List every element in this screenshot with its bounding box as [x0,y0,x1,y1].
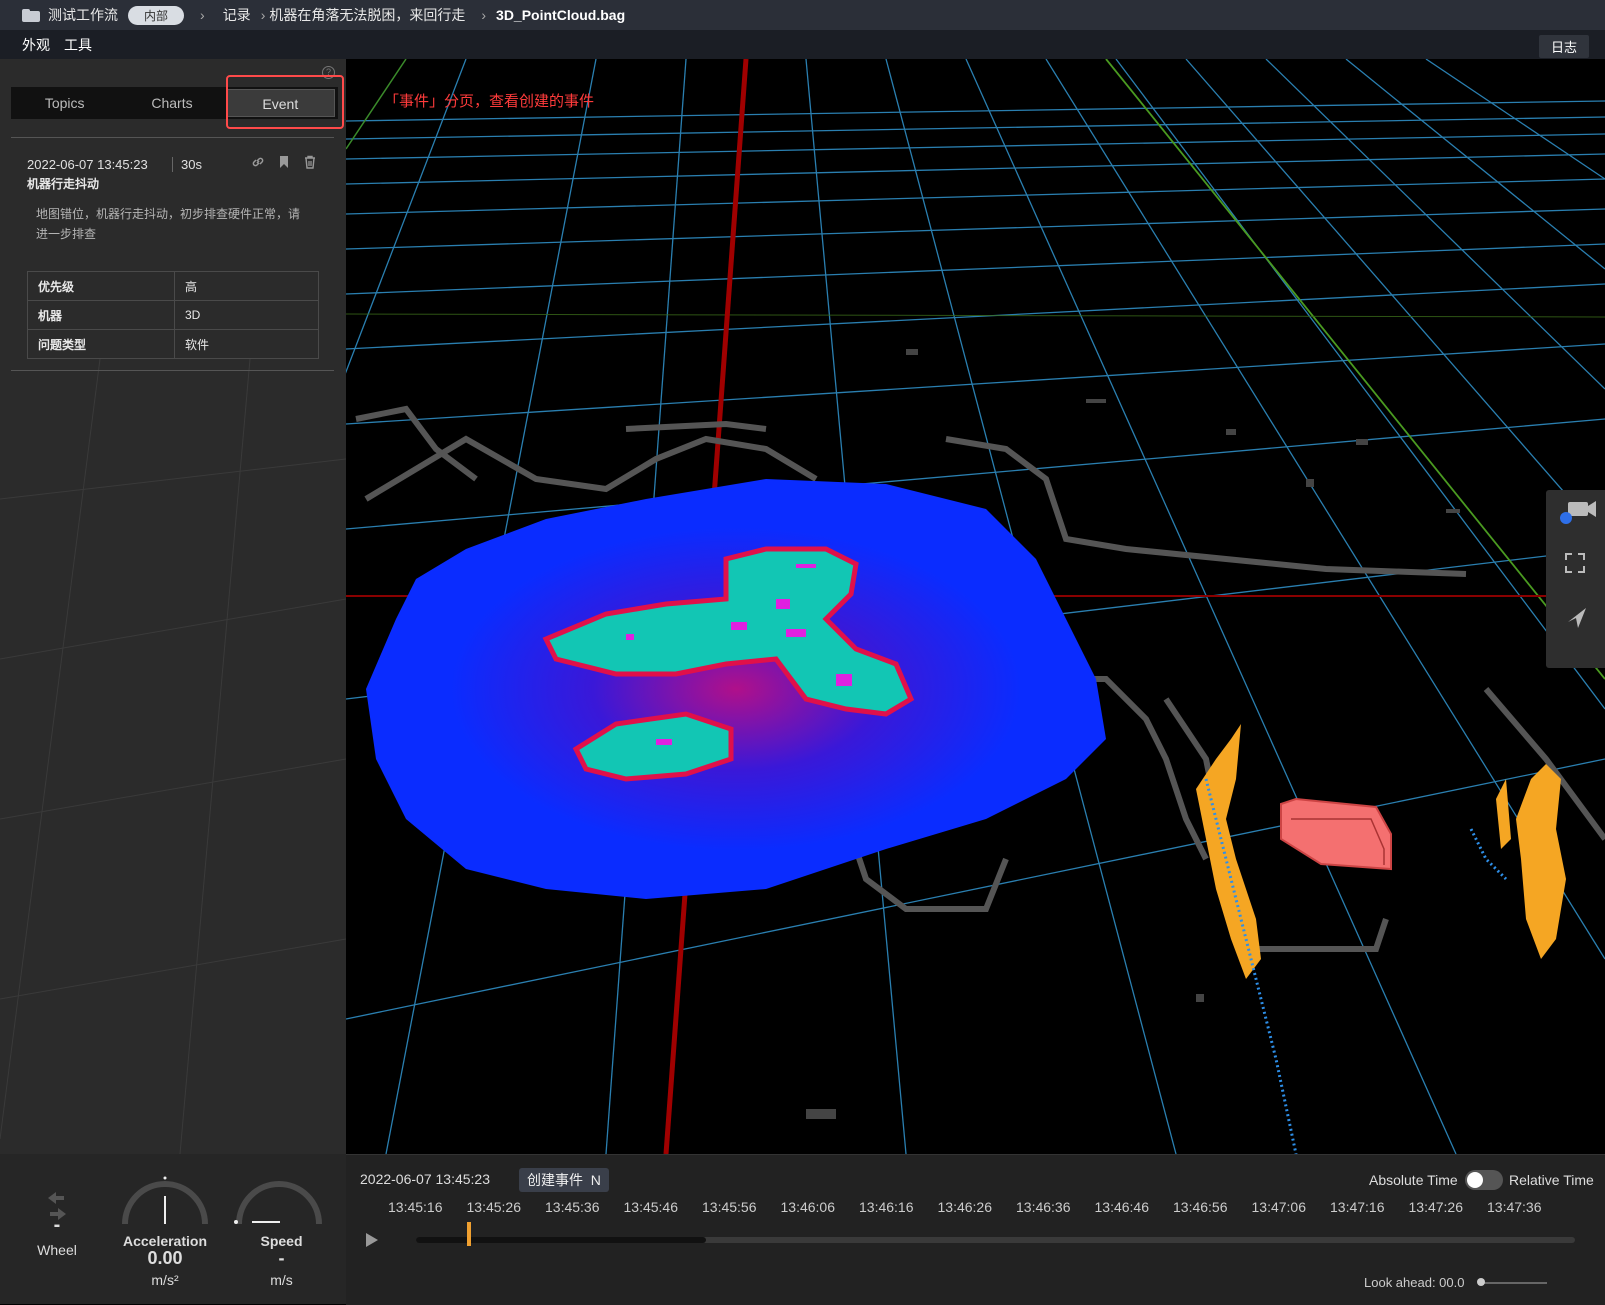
event-properties-table: 优先级高 机器 3D 问题类型 软件 [27,271,319,359]
scene-render [346,59,1605,1154]
timeline-tick-label: 13:46:26 [937,1199,993,1215]
menu-bar: 外观 工具 日志 [0,30,1605,59]
event-actions [251,155,317,169]
3d-viewport[interactable]: 「事件」分页，查看创建的事件 [346,59,1605,1154]
tab-charts[interactable]: Charts [118,87,225,119]
table-row: 问题类型 软件 [27,329,319,359]
y-axis-line [1105,59,1605,680]
divider [11,370,334,371]
timeline-tick-label: 13:46:46 [1094,1199,1150,1215]
speed-gauge [236,1181,322,1225]
timeline-tick-label: 13:45:26 [466,1199,522,1215]
view-toolbar [1546,490,1605,668]
obstacle-polygon [1280,797,1392,871]
costmap-region [366,479,1106,899]
tab-highlight-frame [226,75,344,129]
vehicle-dashboard: - Wheel Acceleration 0.00 m/s² Speed - m… [0,1154,346,1304]
time-mode-toggle[interactable] [1465,1170,1503,1190]
chevron-right-icon: › [260,7,266,23]
timeline-tick-label: 13:46:06 [780,1199,836,1215]
menu-appearance[interactable]: 外观 [22,35,50,55]
look-ahead-label: Look ahead: 00.0 [1364,1275,1465,1290]
event-duration: 30s [172,157,202,172]
play-icon[interactable] [366,1233,378,1247]
chevron-right-icon: › [200,7,205,23]
timeline-tick-label: 13:47:06 [1251,1199,1307,1215]
wheel-value: - [53,1214,61,1236]
breadcrumb-section[interactable]: 记录 [223,5,251,25]
speed-unit: m/s [270,1272,293,1288]
timeline-tick-label: 13:45:16 [388,1199,443,1215]
property-key: 机器 [27,300,175,330]
table-row: 优先级高 [27,271,319,301]
timeline-tick-label: 13:46:36 [1016,1199,1071,1215]
timeline-tick-label: 13:45:46 [623,1199,679,1215]
event-time: 2022-06-07 13:45:23 [27,157,148,172]
shortcut-key: N [590,1172,601,1188]
timeline-tick-label: 13:46:56 [1173,1199,1228,1215]
event-description: 地图错位，机器行走抖动，初步排查硬件正常，请进一步排查 [36,207,301,241]
breadcrumb-workspace[interactable]: 测试工作流 [48,5,118,25]
camera-icon[interactable] [1560,501,1596,524]
breadcrumb-record[interactable]: 机器在角落无法脱困，来回行走 [269,5,465,25]
folder-icon [22,8,40,22]
timeline-tick-label: 13:46:16 [859,1199,914,1215]
menu-tools[interactable]: 工具 [64,35,92,55]
link-icon[interactable] [251,155,265,169]
tab-topics[interactable]: Topics [11,87,118,119]
sidebar-panel: ? Topics Charts Event 2022-06-07 13:45:2… [0,59,347,1154]
visibility-badge: 内部 [128,5,185,25]
property-value: 3D [174,300,319,330]
timeline-tick-label: 13:45:36 [545,1199,600,1215]
absolute-time-label: Absolute Time [1369,1172,1458,1188]
acceleration-value: 0.00 [147,1248,183,1268]
wheel-label: Wheel [37,1242,77,1258]
acceleration-label: Acceleration [122,1233,208,1249]
property-value: 软件 [174,329,319,359]
property-key: 优先级 [27,271,175,301]
loaded-range [416,1237,706,1243]
chevron-right-icon: › [481,7,487,23]
look-ahead-handle[interactable] [1477,1278,1485,1286]
create-event-button[interactable]: 创建事件 N [519,1168,609,1192]
speed-label: Speed [260,1233,303,1249]
property-key: 问题类型 [27,329,175,359]
navigate-icon[interactable] [1568,608,1586,628]
timeline-scrubber[interactable] [416,1237,1575,1243]
create-event-label: 创建事件 [527,1172,583,1188]
divider [11,137,334,138]
current-time: 2022-06-07 13:45:23 [360,1171,490,1187]
timeline-tick-label: 13:47:36 [1487,1199,1542,1215]
delete-icon[interactable] [303,155,317,169]
timeline-tick-label: 13:45:56 [702,1199,757,1215]
speed-value: - [278,1248,285,1268]
playback-timeline: 2022-06-07 13:45:23 创建事件 N Absolute Time… [346,1154,1605,1305]
relative-time-label: Relative Time [1509,1172,1594,1188]
timeline-tick-label: 13:47:16 [1330,1199,1385,1215]
bookmark-icon[interactable] [277,155,291,169]
acceleration-unit: m/s² [151,1272,179,1288]
table-row: 机器 3D [27,300,319,330]
breadcrumb: 测试工作流 内部 › 记录 › 机器在角落无法脱困，来回行走 › 3D_Poin… [0,0,1605,30]
look-ahead-slider[interactable] [1479,1282,1547,1284]
event-title: 机器行走抖动 [27,177,100,191]
playhead[interactable] [467,1222,471,1246]
property-value: 高 [174,271,319,301]
breadcrumb-file: 3D_PointCloud.bag [496,7,626,23]
timeline-tick-label: 13:47:26 [1408,1199,1464,1215]
annotation-note: 「事件」分页，查看创建的事件 [384,93,595,110]
log-button[interactable]: 日志 [1538,35,1589,58]
fullscreen-icon[interactable] [1565,553,1585,573]
